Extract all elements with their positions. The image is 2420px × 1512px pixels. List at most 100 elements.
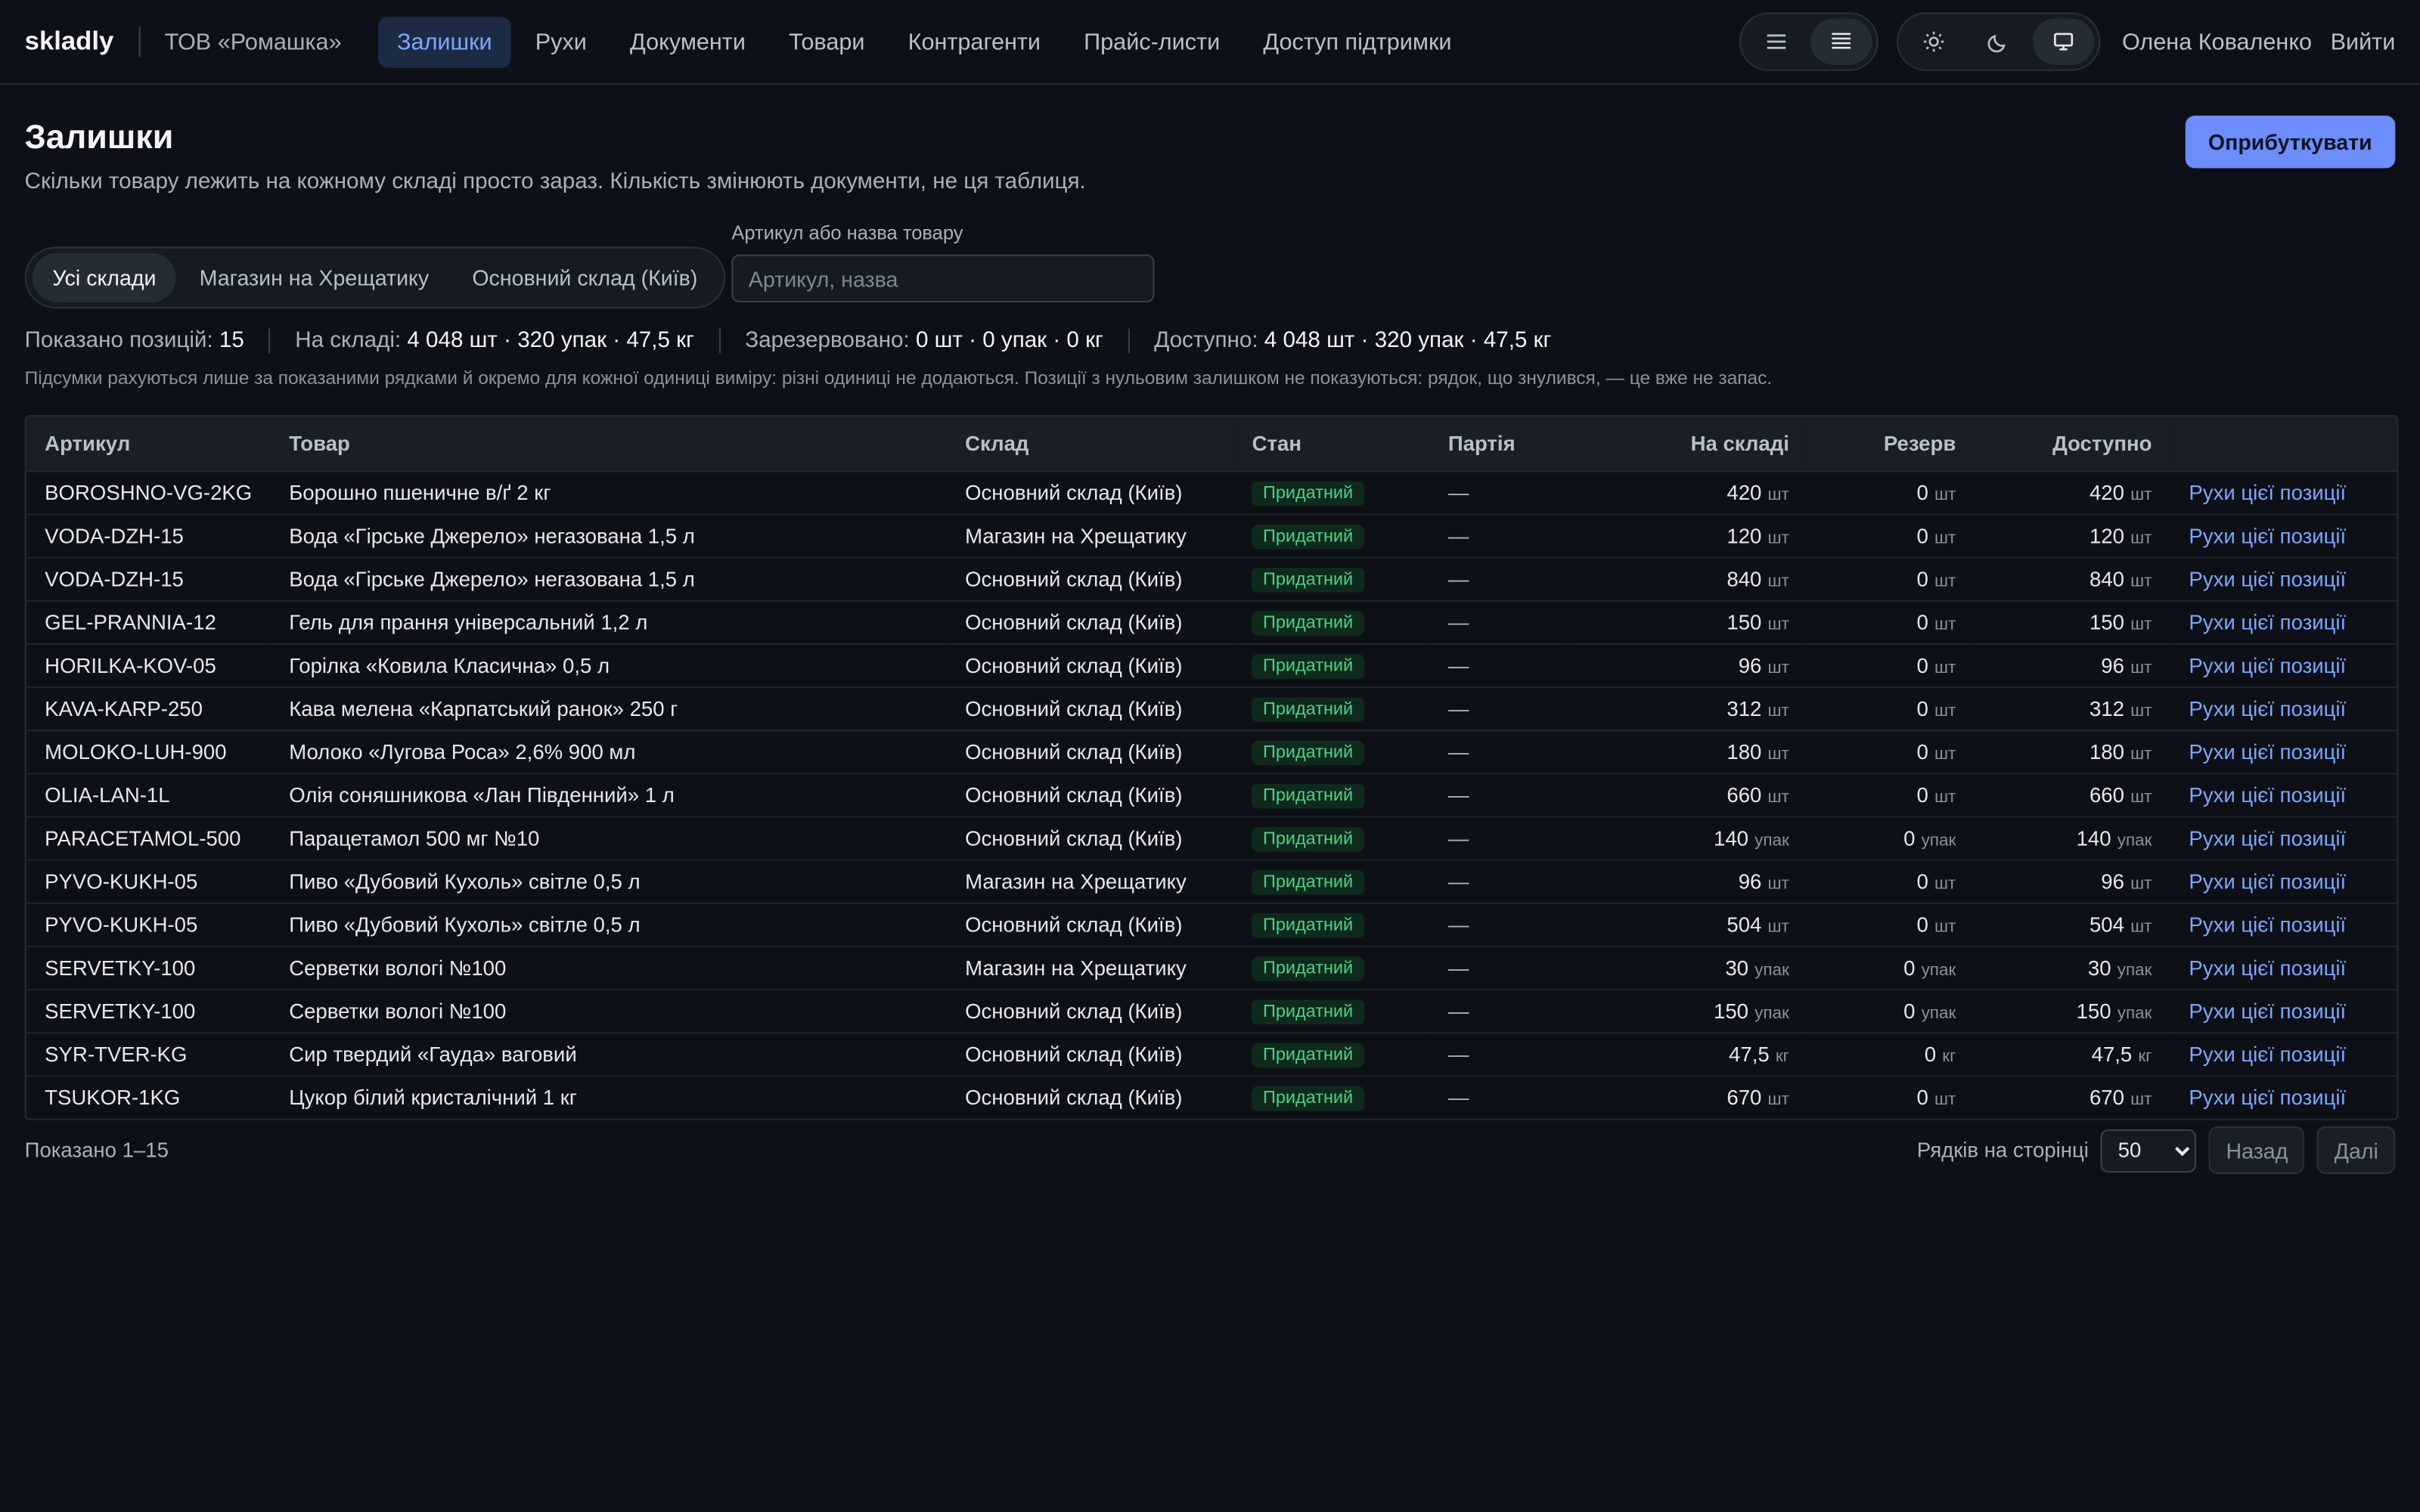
- status-badge: Придатний: [1252, 1086, 1364, 1111]
- monitor-icon[interactable]: [2032, 18, 2095, 65]
- col-batch[interactable]: Партія: [1429, 417, 1569, 472]
- reserve-qty: 0: [1916, 913, 1928, 937]
- shown-value: 15: [219, 328, 244, 354]
- item-movements-link[interactable]: Рухи цієї позиції: [2189, 611, 2346, 634]
- cell-available: 420 шт: [1974, 471, 2170, 516]
- cell-warehouse: Основний склад (Київ): [946, 1033, 1234, 1077]
- reserve-unit: шт: [1934, 875, 1956, 894]
- stock-qty: 180: [1727, 740, 1762, 764]
- main-nav: Залишки Рухи Документи Товари Контрагент…: [378, 16, 1470, 67]
- item-movements-link[interactable]: Рухи цієї позиції: [2189, 697, 2346, 720]
- cell-actions: Рухи цієї позиції: [2170, 644, 2397, 689]
- moon-icon[interactable]: [1968, 18, 2030, 64]
- col-available[interactable]: Доступно: [1974, 417, 2170, 472]
- cell-in-stock: 30 упак: [1568, 947, 1808, 991]
- stock-qty: 504: [1727, 913, 1762, 937]
- tab-all-warehouses[interactable]: Усі склади: [32, 253, 177, 302]
- cell-batch: —: [1447, 1086, 1469, 1110]
- brand-logo[interactable]: skladly: [25, 26, 114, 57]
- col-reserve[interactable]: Резерв: [1807, 417, 1975, 472]
- nav-item-stock[interactable]: Залишки: [378, 16, 511, 67]
- status-badge: Придатний: [1252, 1043, 1364, 1068]
- cell-available: 504 шт: [1974, 903, 2170, 948]
- nav-item-support-access[interactable]: Доступ підтримки: [1245, 16, 1470, 67]
- divider: [138, 26, 141, 57]
- item-movements-link[interactable]: Рухи цієї позиції: [2189, 913, 2346, 937]
- search-label: Артикул або назва товару: [731, 222, 963, 244]
- stock-unit: шт: [1767, 658, 1789, 677]
- rows-per-page-select[interactable]: 50: [2101, 1128, 2197, 1172]
- stock-qty: 312: [1727, 697, 1762, 721]
- table-row: PARACETAMOL-500 Парацетамол 500 мг №10 Осн…: [26, 816, 2397, 861]
- cell-product: Борошно пшеничне в/ґ 2 кг: [270, 471, 947, 516]
- cell-warehouse: Основний склад (Київ): [946, 816, 1234, 861]
- cell-in-stock: 180 шт: [1568, 730, 1808, 775]
- item-movements-link[interactable]: Рухи цієї позиції: [2189, 482, 2346, 505]
- tab-khreshchatyk-store[interactable]: Магазин на Хрещатику: [179, 253, 449, 302]
- item-movements-link[interactable]: Рухи цієї позиції: [2189, 784, 2346, 807]
- cell-product: Кава мелена «Карпатський ранок» 250 г: [270, 687, 947, 732]
- stock-unit: шт: [1767, 702, 1789, 721]
- reserve-unit: упак: [1921, 961, 1956, 980]
- nav-item-counterparties[interactable]: Контрагенти: [889, 16, 1059, 67]
- available-unit: шт: [2130, 1090, 2152, 1110]
- nav-item-documents[interactable]: Документи: [612, 16, 765, 67]
- item-movements-link[interactable]: Рухи цієї позиції: [2189, 1086, 2346, 1110]
- tab-main-warehouse[interactable]: Основний склад (Київ): [452, 253, 718, 302]
- stock-unit: шт: [1767, 485, 1789, 505]
- cell-sku: VODA-DZH-15: [26, 514, 271, 559]
- item-movements-link[interactable]: Рухи цієї позиції: [2189, 741, 2346, 764]
- cell-available: 150 упак: [1974, 990, 2170, 1034]
- page-title: Залишки: [24, 117, 174, 156]
- col-sku[interactable]: Артикул: [26, 417, 271, 472]
- cell-reserve: 0 шт: [1807, 903, 1975, 948]
- list-compact-icon[interactable]: [1745, 18, 1807, 64]
- nav-item-products[interactable]: Товари: [771, 16, 883, 67]
- stock-qty: 840: [1727, 568, 1762, 591]
- col-product[interactable]: Товар: [270, 417, 947, 472]
- stock-unit: шт: [1767, 788, 1789, 807]
- logout-link[interactable]: Вийти: [2331, 29, 2396, 55]
- cell-reserve: 0 упак: [1807, 990, 1975, 1034]
- item-movements-link[interactable]: Рухи цієї позиції: [2189, 525, 2346, 548]
- col-warehouse[interactable]: Склад: [946, 417, 1234, 472]
- nav-item-movements[interactable]: Рухи: [517, 16, 605, 67]
- nav-item-price-lists[interactable]: Прайс-листи: [1066, 16, 1239, 67]
- cell-available: 120 шт: [1974, 514, 2170, 559]
- summary-note: Підсумки рахуються лише за показаними ря…: [24, 367, 1773, 389]
- pagination-info: Показано 1–15: [24, 1139, 169, 1162]
- receive-stock-button[interactable]: Оприбуткувати: [2185, 116, 2396, 169]
- item-movements-link[interactable]: Рухи цієї позиції: [2189, 956, 2346, 980]
- cell-warehouse: Основний склад (Київ): [946, 557, 1234, 602]
- list-dense-icon[interactable]: [1810, 18, 1872, 65]
- sun-icon[interactable]: [1903, 18, 1965, 64]
- item-movements-link[interactable]: Рухи цієї позиції: [2189, 1043, 2346, 1067]
- reserve-unit: шт: [1934, 572, 1956, 591]
- cell-reserve: 0 шт: [1807, 644, 1975, 689]
- col-state[interactable]: Стан: [1233, 417, 1430, 472]
- user-name[interactable]: Олена Коваленко: [2122, 29, 2312, 55]
- available-qty: 150: [2089, 611, 2124, 634]
- cell-reserve: 0 шт: [1807, 860, 1975, 904]
- prev-page-button[interactable]: Назад: [2209, 1126, 2305, 1175]
- col-in-stock[interactable]: На складі: [1568, 417, 1808, 472]
- available-qty: 660: [2089, 783, 2124, 807]
- status-badge: Придатний: [1252, 654, 1364, 679]
- divider: [718, 328, 721, 354]
- item-movements-link[interactable]: Рухи цієї позиції: [2189, 654, 2346, 677]
- reserve-unit: шт: [1934, 528, 1956, 548]
- cell-reserve: 0 кг: [1807, 1033, 1975, 1077]
- item-movements-link[interactable]: Рухи цієї позиції: [2189, 999, 2346, 1023]
- search-input[interactable]: [731, 254, 1155, 302]
- item-movements-link[interactable]: Рухи цієї позиції: [2189, 568, 2346, 591]
- reserve-qty: 0: [1903, 999, 1916, 1024]
- cell-in-stock: 312 шт: [1568, 687, 1808, 732]
- cell-in-stock: 96 шт: [1568, 644, 1808, 689]
- status-badge: Придатний: [1252, 481, 1364, 507]
- table-row: VODA-DZH-15 Вода «Гірське Джерело» негазо…: [26, 514, 2397, 559]
- next-page-button[interactable]: Далі: [2317, 1126, 2396, 1175]
- item-movements-link[interactable]: Рухи цієї позиції: [2189, 827, 2346, 850]
- item-movements-link[interactable]: Рухи цієї позиції: [2189, 870, 2346, 894]
- page-header: Залишки Скільки товару лежить на кожному…: [25, 117, 1086, 194]
- divider: [268, 328, 271, 354]
